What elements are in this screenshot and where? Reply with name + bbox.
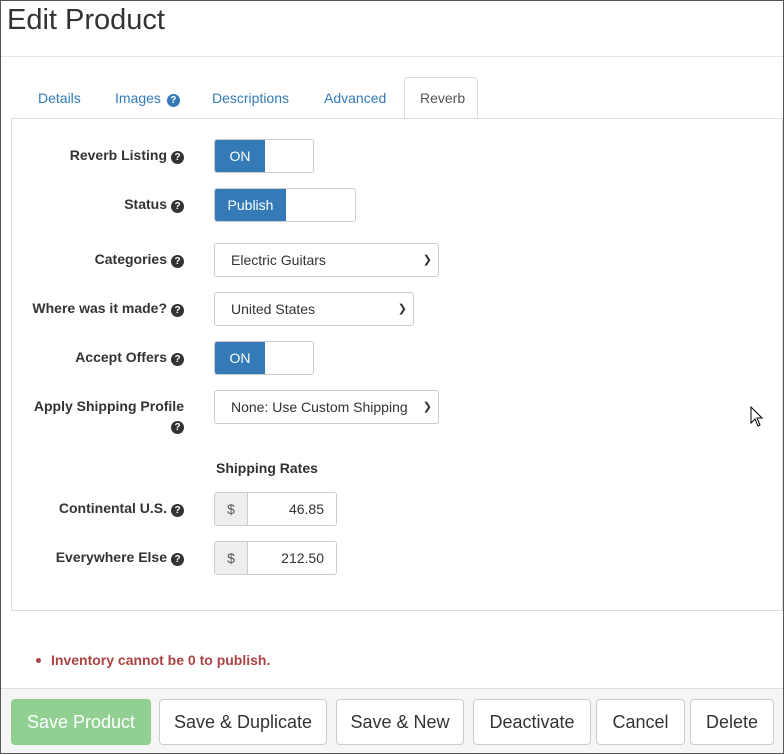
error-message: Inventory cannot be 0 to publish. xyxy=(51,652,271,668)
shipping-profile-select[interactable]: None: Use Custom Shipping ❯ xyxy=(214,390,439,424)
made-in-label: Where was it made?? xyxy=(32,300,184,317)
categories-select[interactable]: Electric Guitars ❯ xyxy=(214,243,439,277)
shipping-profile-value: None: Use Custom Shipping xyxy=(231,399,408,415)
tab-advanced[interactable]: Advanced xyxy=(308,77,402,119)
shipping-rates-heading: Shipping Rates xyxy=(216,460,318,476)
accept-offers-label: Accept Offers? xyxy=(75,349,184,366)
help-icon[interactable]: ? xyxy=(171,255,184,268)
everywhere-else-label: Everywhere Else? xyxy=(56,549,184,566)
help-icon[interactable]: ? xyxy=(171,421,184,434)
help-icon[interactable]: ? xyxy=(171,353,184,366)
help-icon[interactable]: ? xyxy=(171,504,184,517)
made-in-value: United States xyxy=(231,301,316,317)
title-divider xyxy=(1,56,783,57)
everywhere-else-field[interactable]: $ 212.50 xyxy=(214,541,337,575)
error-bullet xyxy=(36,658,41,663)
continental-us-label: Continental U.S.? xyxy=(59,500,184,517)
categories-label: Categories? xyxy=(95,251,184,268)
reverb-panel: Reverb Listing? ON Status? Publish Categ… xyxy=(11,118,783,611)
status-label: Status? xyxy=(124,196,184,213)
help-icon: ? xyxy=(166,94,180,107)
reverb-listing-toggle[interactable]: ON xyxy=(214,139,314,173)
help-icon[interactable]: ? xyxy=(171,553,184,566)
tab-details-label: Details xyxy=(38,90,81,106)
cancel-button[interactable]: Cancel xyxy=(596,699,685,745)
toggle-on: ON xyxy=(215,342,265,374)
chevron-down-icon: ❯ xyxy=(422,401,432,413)
continental-us-value: 46.85 xyxy=(288,501,324,517)
help-icon[interactable]: ? xyxy=(171,304,184,317)
delete-button[interactable]: Delete xyxy=(690,699,774,745)
help-icon[interactable]: ? xyxy=(171,151,184,164)
status-toggle[interactable]: Publish xyxy=(214,188,356,222)
toggle-on: ON xyxy=(215,140,265,172)
tab-descriptions-label: Descriptions xyxy=(212,90,290,106)
accept-offers-toggle[interactable]: ON xyxy=(214,341,314,375)
mouse-cursor-icon xyxy=(750,406,764,427)
save-new-button[interactable]: Save & New xyxy=(336,699,464,745)
save-duplicate-button[interactable]: Save & Duplicate xyxy=(159,699,327,745)
save-product-button[interactable]: Save Product xyxy=(11,699,151,745)
tab-images-label: Images xyxy=(115,90,161,106)
currency-addon: $ xyxy=(215,542,248,574)
footer-bar: Save Product Save & Duplicate Save & New… xyxy=(1,688,783,753)
continental-us-field[interactable]: $ 46.85 xyxy=(214,492,337,526)
chevron-down-icon: ❯ xyxy=(422,254,432,266)
tab-details[interactable]: Details xyxy=(22,77,97,119)
tab-bar: Details Images ? Descriptions Advanced R… xyxy=(12,77,783,119)
shipping-profile-label: Apply Shipping Profile ? xyxy=(33,398,184,434)
deactivate-button[interactable]: Deactivate xyxy=(473,699,591,745)
everywhere-else-value: 212.50 xyxy=(281,550,324,566)
tab-descriptions[interactable]: Descriptions xyxy=(196,77,305,119)
tab-reverb[interactable]: Reverb xyxy=(404,77,478,119)
help-icon[interactable]: ? xyxy=(171,200,184,213)
tab-reverb-label: Reverb xyxy=(420,90,466,106)
tab-images[interactable]: Images ? xyxy=(99,77,196,119)
toggle-publish: Publish xyxy=(215,189,286,221)
reverb-listing-label: Reverb Listing? xyxy=(70,147,184,164)
currency-addon: $ xyxy=(215,493,248,525)
tab-advanced-label: Advanced xyxy=(324,90,387,106)
page-title: Edit Product xyxy=(7,4,165,36)
made-in-select[interactable]: United States ❯ xyxy=(214,292,414,326)
chevron-down-icon: ❯ xyxy=(397,303,407,315)
categories-value: Electric Guitars xyxy=(231,252,326,268)
